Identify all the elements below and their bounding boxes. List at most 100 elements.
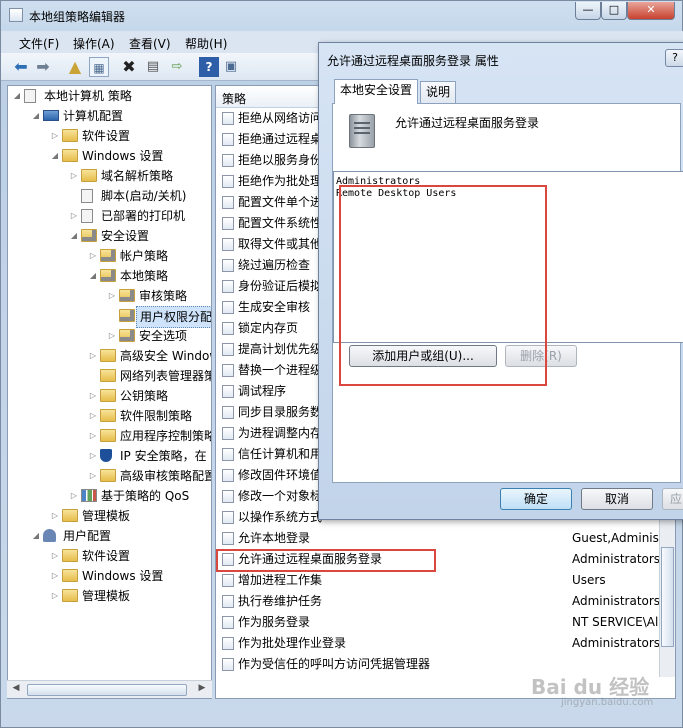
collapse-arrow-icon[interactable]: ◢ xyxy=(69,226,79,246)
tree-node-label: 帐户策略 xyxy=(120,249,169,263)
apply-button[interactable]: 应 xyxy=(662,488,683,510)
folder-lock-icon xyxy=(119,309,135,322)
expand-arrow-icon[interactable]: ▷ xyxy=(50,566,60,586)
collapse-arrow-icon[interactable]: ◢ xyxy=(12,86,22,106)
policy-row[interactable]: 增加进程工作集 Users xyxy=(216,570,675,591)
menu-view[interactable]: 查看(V) xyxy=(129,35,171,52)
policy-name-cell: 为进程调整内存 xyxy=(238,426,323,440)
collapse-arrow-icon[interactable]: ◢ xyxy=(31,526,41,546)
scroll-right-icon[interactable]: ▶ xyxy=(195,683,209,693)
security-setting-cell: Administrators xyxy=(572,636,661,650)
policy-name-cell: 以操作系统方式 xyxy=(238,510,323,524)
expand-arrow-icon[interactable]: ▷ xyxy=(107,286,117,306)
expand-arrow-icon[interactable]: ▷ xyxy=(88,446,98,466)
security-setting-cell: Users xyxy=(572,573,606,587)
policy-row[interactable]: 允许本地登录 Guest,Administ xyxy=(216,528,675,549)
folder-icon xyxy=(62,509,78,522)
expand-arrow-icon[interactable]: ▷ xyxy=(50,586,60,606)
tree-node-label: 脚本(启动/关机) xyxy=(101,189,187,203)
tab-explain[interactable]: 说明 xyxy=(420,81,457,103)
chart-icon xyxy=(81,489,97,502)
properties-icon[interactable]: ▤ xyxy=(143,57,163,77)
up-folder-icon[interactable]: ▲ xyxy=(65,57,85,77)
maximize-button[interactable]: □ xyxy=(601,2,627,20)
scroll-thumb[interactable] xyxy=(661,547,674,647)
policy-name-cell: 执行卷维护任务 xyxy=(238,594,323,608)
policy-name-cell: 替换一个进程级 xyxy=(238,363,323,377)
show-hide-tree-icon[interactable]: ▦ xyxy=(89,57,109,77)
expand-arrow-icon[interactable]: ▷ xyxy=(50,546,60,566)
expand-arrow-icon[interactable]: ▷ xyxy=(50,126,60,146)
tree-horizontal-scrollbar[interactable]: ◀ ▶ xyxy=(7,680,212,698)
policy-row[interactable]: 执行卷维护任务 Administrators xyxy=(216,591,675,612)
tree-node-label: 安全选项 xyxy=(139,329,188,343)
title-bar[interactable]: 本地组策略编辑器 — □ ✕ xyxy=(1,1,683,31)
tree-node-label: 基于策略的 QoS xyxy=(101,489,190,503)
expand-arrow-icon[interactable]: ▷ xyxy=(88,466,98,486)
policy-row[interactable]: 作为批处理作业登录 Administrators xyxy=(216,633,675,654)
expand-arrow-icon[interactable]: ▷ xyxy=(88,406,98,426)
cancel-button[interactable]: 取消 xyxy=(581,488,653,510)
tab-local-security-setting[interactable]: 本地安全设置 xyxy=(334,79,419,104)
menu-file[interactable]: 文件(F) xyxy=(19,35,59,52)
collapse-arrow-icon[interactable]: ◢ xyxy=(88,266,98,286)
policy-icon xyxy=(222,385,234,398)
policy-name-cell: 绕过遍历检查 xyxy=(238,258,311,272)
policy-icon xyxy=(222,637,234,650)
policy-name-cell: 提高计划优先级 xyxy=(238,342,323,356)
menu-help[interactable]: 帮助(H) xyxy=(185,35,227,52)
delete-icon[interactable]: ✖ xyxy=(119,57,139,77)
expand-arrow-icon[interactable]: ▷ xyxy=(88,246,98,266)
policy-name-cell: 增加进程工作集 xyxy=(238,573,323,587)
policy-name-cell: 作为受信任的呼叫方访问凭据管理器 xyxy=(238,657,431,671)
policy-icon xyxy=(222,448,234,461)
policy-name-cell: 调试程序 xyxy=(238,384,287,398)
expand-arrow-icon[interactable]: ▷ xyxy=(88,346,98,366)
security-setting-cell: Guest,Administ xyxy=(572,531,664,545)
folder-icon xyxy=(62,569,78,582)
watermark-url: jingyan.baidu.com xyxy=(561,697,654,708)
server-icon xyxy=(349,114,375,148)
folder-icon xyxy=(62,589,78,602)
policy-row[interactable]: 作为服务登录 NT SERVICE\All xyxy=(216,612,675,633)
expand-arrow-icon[interactable]: ▷ xyxy=(88,386,98,406)
policy-name-cell: 身份验证后模拟 xyxy=(238,279,323,293)
tree-node-label: IP 安全策略，在 本 xyxy=(120,449,211,463)
tree-node-label: 高级安全 Windows xyxy=(120,349,211,363)
expand-arrow-icon[interactable]: ▷ xyxy=(69,206,79,226)
tree-node-label: 软件设置 xyxy=(82,129,131,143)
close-button[interactable]: ✕ xyxy=(627,2,675,20)
minimize-button[interactable]: — xyxy=(575,2,601,20)
scroll-left-icon[interactable]: ◀ xyxy=(9,683,23,693)
expand-arrow-icon[interactable]: ▷ xyxy=(69,486,79,506)
tree-node-label: 已部署的打印机 xyxy=(101,209,186,223)
highlight-box-policy xyxy=(216,549,436,572)
policy-name-cell: 拒绝通过远程桌 xyxy=(238,132,323,146)
tree-node-label: 域名解析策略 xyxy=(101,169,174,183)
policy-icon xyxy=(222,112,234,125)
ok-button[interactable]: 确定 xyxy=(500,488,572,510)
scroll-thumb[interactable] xyxy=(27,684,187,696)
expand-arrow-icon[interactable]: ▷ xyxy=(88,426,98,446)
expand-arrow-icon[interactable]: ▷ xyxy=(107,326,117,346)
forward-arrow-icon[interactable]: ➡ xyxy=(33,57,53,77)
collapse-arrow-icon[interactable]: ◢ xyxy=(50,146,60,166)
expand-arrow-icon[interactable]: ▷ xyxy=(50,506,60,526)
security-setting-cell: Administrators xyxy=(572,552,661,566)
export-list-icon[interactable]: ⇨ xyxy=(167,57,187,77)
folder-icon xyxy=(81,169,97,182)
security-setting-cell: NT SERVICE\All xyxy=(572,615,662,629)
policy-icon xyxy=(222,301,234,314)
policy-name: 允许通过远程桌面服务登录 xyxy=(395,116,540,130)
folder-lock-icon xyxy=(119,329,135,342)
help-icon[interactable]: ? xyxy=(199,57,219,77)
expand-arrow-icon[interactable]: ▷ xyxy=(69,166,79,186)
watermark-logo: Bai du 经验 xyxy=(531,675,650,699)
dialog-help-button[interactable]: ? xyxy=(665,49,683,67)
show-action-pane-icon[interactable]: ▣ xyxy=(221,57,241,77)
collapse-arrow-icon[interactable]: ◢ xyxy=(31,106,41,126)
tree-node-label: 软件限制策略 xyxy=(120,409,193,423)
folder-lock-icon xyxy=(119,289,135,302)
menu-action[interactable]: 操作(A) xyxy=(73,35,115,52)
back-arrow-icon[interactable]: ⬅ xyxy=(11,57,31,77)
